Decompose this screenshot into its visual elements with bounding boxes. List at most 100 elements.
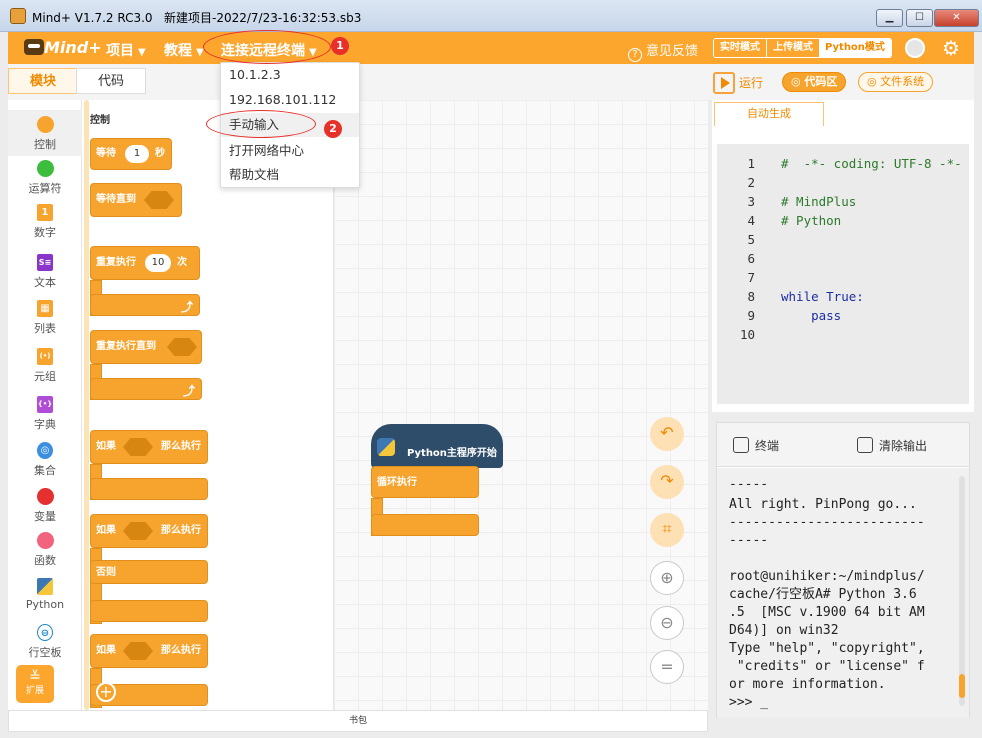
tuple-icon: (•) [37, 348, 53, 365]
block-repeat[interactable]: 重复执行 10 次 [90, 246, 200, 280]
terminal-header: 终端 清除输出 [717, 423, 969, 467]
condition-slot[interactable] [144, 191, 174, 209]
block-if-else[interactable]: 如果 那么执行 [90, 514, 208, 548]
tab-code[interactable]: 代码 [76, 68, 146, 94]
repeat-count-input[interactable]: 10 [145, 254, 171, 272]
redo-icon[interactable]: ↷ [650, 465, 684, 499]
loop-arrow-icon: ⤴ [183, 384, 196, 398]
close-button[interactable]: ✕ [934, 9, 979, 27]
category-number[interactable]: 1 数字 [8, 198, 82, 244]
block-repeat-foot: ⤴ [90, 294, 200, 316]
python-icon [377, 438, 395, 456]
tab-row: 模块 代码 运行 ◎ 代码区 ◎ 文件系统 [8, 64, 974, 100]
block-workspace[interactable]: Python主程序开始 循环执行 ↶ ↷ ⌗ ⊕ ⊖ = [334, 100, 708, 710]
category-control[interactable]: 控制 [8, 110, 82, 156]
block-repeat-until[interactable]: 重复执行直到 [90, 330, 202, 364]
mode-python[interactable]: Python模式 [819, 39, 891, 57]
avatar[interactable] [905, 38, 925, 58]
backpack-bar[interactable]: 书包 [8, 710, 708, 732]
extension-icon: ≚ [29, 669, 41, 685]
condition-slot[interactable] [123, 438, 153, 456]
mindplus-logo: Mind+ [24, 37, 102, 59]
run-button[interactable]: 运行 [713, 72, 763, 94]
category-python[interactable]: Python [8, 572, 82, 618]
dropdown-item-network-center[interactable]: 打开网络中心 [221, 139, 359, 163]
annotation-circle-1 [203, 30, 331, 64]
annotation-badge-1: 1 [331, 37, 349, 55]
help-icon: ? [628, 48, 642, 62]
block-if-foot [90, 478, 208, 500]
link-icon [733, 437, 749, 453]
maximize-button[interactable]: ☐ [906, 9, 933, 27]
tab-blocks[interactable]: 模块 [8, 68, 78, 94]
dropdown-item-ip-1[interactable]: 10.1.2.3 [221, 63, 359, 87]
category-text[interactable]: S≡ 文本 [8, 248, 82, 294]
minimize-button[interactable]: ▁ [876, 9, 903, 27]
mode-realtime[interactable]: 实时模式 [714, 39, 766, 57]
operators-icon [36, 160, 54, 177]
undo-icon[interactable]: ↶ [650, 417, 684, 451]
mode-upload[interactable]: 上传模式 [766, 39, 819, 57]
block-wait-until[interactable]: 等待直到 [90, 183, 182, 217]
list-icon: ▦ [37, 300, 53, 317]
terminal-panel: 终端 清除输出 ----- All right. PinPong go... -… [716, 422, 970, 718]
block-loop-foot [371, 514, 479, 536]
block-if-then[interactable]: 如果 那么执行 [90, 430, 208, 464]
palette-section-title: 控制 [90, 115, 110, 126]
block-wait[interactable]: 等待 1 秒 [90, 138, 172, 170]
chevron-down-icon: ▼ [138, 47, 146, 58]
palette-scrollbar[interactable] [84, 100, 89, 710]
block-palette: 控制 等待 1 秒 等待直到 重复执行 10 次 ⤴ 重复执行直到 ⤴ 如果 那… [82, 100, 334, 710]
set-icon: ◎ [37, 442, 53, 459]
broom-icon [857, 437, 873, 453]
terminal-scrollbar[interactable] [959, 476, 965, 706]
tab-auto-generated[interactable]: 自动生成 [714, 102, 824, 126]
file-system-button[interactable]: ◎ 文件系统 [858, 72, 934, 92]
top-menu-bar: Mind+ 项目 ▼ 教程 ▼ 连接远程终端 ▼ ? 意见反馈 实时模式 上传模式 Py… [8, 32, 974, 64]
category-sidebar: 控制 运算符 1 数字 S≡ 文本 ▦ 列表 (•) 元组 {•} 字典 ◎ 集合 变量 函… [8, 100, 82, 710]
category-operators[interactable]: 运算符 [8, 154, 82, 200]
window-title: Mind+ V1.7.2 RC3.0 新建项目-2022/7/23-16:32:… [32, 11, 362, 25]
category-dict[interactable]: {•} 字典 [8, 390, 82, 436]
category-tuple[interactable]: (•) 元组 [8, 342, 82, 388]
menu-project[interactable]: 项目 ▼ [106, 40, 146, 60]
condition-slot[interactable] [123, 522, 153, 540]
crop-icon[interactable]: ⌗ [650, 513, 684, 547]
code-area-button[interactable]: ◎ 代码区 [782, 72, 847, 92]
terminal-tab[interactable]: 终端 [733, 437, 779, 454]
block-if-else-foot [90, 600, 208, 622]
condition-slot[interactable] [123, 642, 153, 660]
annotation-circle-2 [206, 110, 316, 138]
block-python-main-start[interactable]: Python主程序开始 [371, 424, 503, 468]
block-loop-forever[interactable]: 循环执行 [371, 466, 479, 498]
feedback-button[interactable]: ? 意见反馈 [628, 40, 698, 62]
mode-switch: 实时模式 上传模式 Python模式 [713, 38, 892, 58]
condition-slot[interactable] [167, 338, 197, 356]
zoom-in-icon[interactable]: ⊕ [650, 561, 684, 595]
category-function[interactable]: 函数 [8, 526, 82, 572]
menu-tutorial[interactable]: 教程 ▼ [164, 40, 204, 60]
dropdown-item-ip-2[interactable]: 192.168.101.112 [221, 88, 359, 112]
gear-icon[interactable]: ⚙ [940, 37, 962, 59]
terminal-output[interactable]: ----- All right. PinPong go... ---------… [717, 468, 969, 718]
reset-zoom-icon[interactable]: = [650, 650, 684, 684]
category-unihiker[interactable]: ⊖ 行空板 [8, 618, 82, 664]
text-icon: S≡ [37, 254, 53, 271]
category-variable[interactable]: 变量 [8, 482, 82, 528]
wait-seconds-input[interactable]: 1 [125, 145, 149, 163]
clear-output-button[interactable]: 清除输出 [857, 437, 927, 454]
block-repeat-until-foot: ⤴ [90, 378, 202, 400]
zoom-out-icon[interactable]: ⊖ [650, 606, 684, 640]
code-editor[interactable]: 1 # -*- coding: UTF-8 -*- 2 3 # MindPlus 4… [717, 144, 969, 404]
control-icon [36, 116, 54, 133]
terminal-prompt[interactable]: >>> _ [729, 694, 768, 712]
extension-button[interactable]: ≚ 扩展 [16, 665, 54, 703]
category-list[interactable]: ▦ 列表 [8, 294, 82, 340]
category-set[interactable]: ◎ 集合 [8, 436, 82, 482]
add-branch-icon[interactable]: + [96, 682, 116, 702]
python-icon [37, 578, 53, 595]
dropdown-item-help-docs[interactable]: 帮助文档 [221, 163, 359, 187]
block-if-then-2[interactable]: 如果 那么执行 [90, 634, 208, 668]
dict-icon: {•} [37, 396, 53, 413]
app-icon [10, 8, 26, 24]
